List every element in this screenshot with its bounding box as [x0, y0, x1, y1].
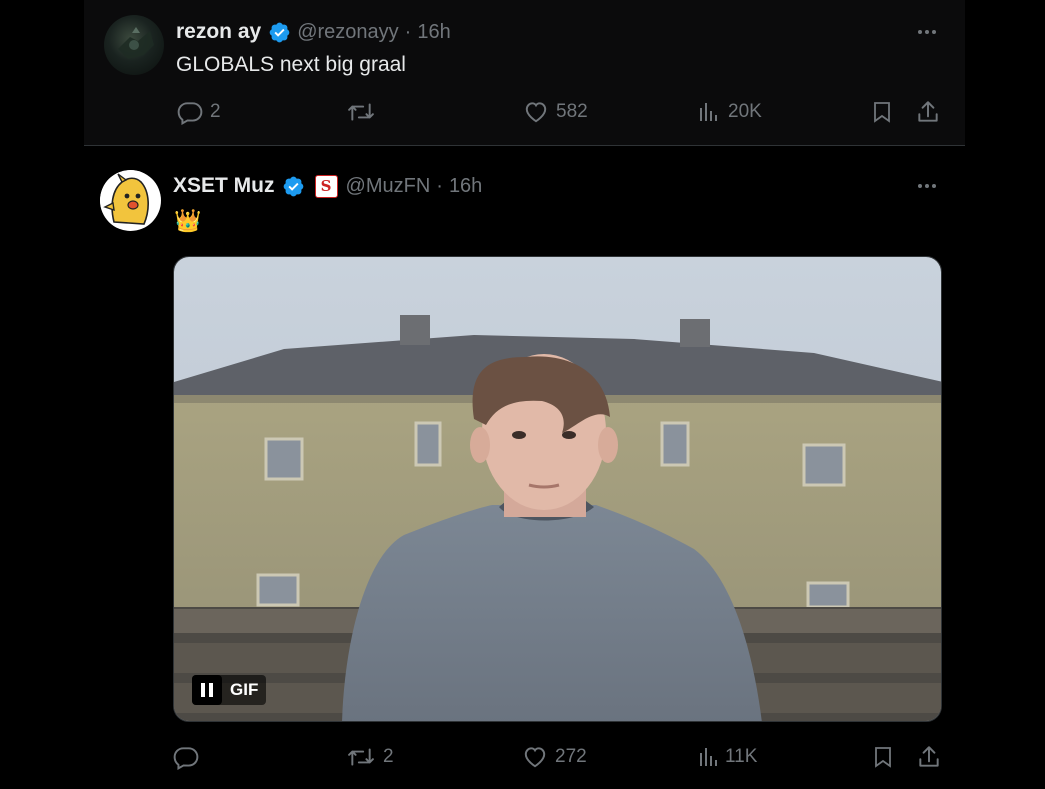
- reply-count: 2: [210, 101, 221, 122]
- views-count: 11K: [725, 746, 758, 767]
- share-button[interactable]: [915, 99, 941, 125]
- more-icon[interactable]: [918, 30, 936, 34]
- views-icon: [700, 103, 717, 121]
- like-button[interactable]: 582: [523, 99, 588, 125]
- tweet-header: rezon ay @rezonayy · 16h: [176, 20, 451, 44]
- pause-icon[interactable]: [192, 675, 222, 705]
- views-button[interactable]: 20K: [697, 99, 762, 125]
- verified-badge-icon: [282, 175, 305, 198]
- gif-badge[interactable]: GIF: [192, 675, 267, 705]
- like-button[interactable]: 272: [522, 744, 587, 770]
- repost-button[interactable]: [346, 99, 383, 125]
- timestamp[interactable]: 16h: [449, 175, 482, 198]
- handle[interactable]: @MuzFN: [346, 175, 431, 198]
- reply-button[interactable]: 2: [177, 99, 221, 125]
- handle[interactable]: @rezonayy: [297, 21, 398, 44]
- avatar[interactable]: [100, 170, 161, 231]
- reply-icon: [177, 102, 203, 125]
- bookmark-button[interactable]: [871, 744, 895, 770]
- display-name[interactable]: rezon ay: [176, 20, 261, 44]
- affiliate-badge-icon[interactable]: S: [314, 174, 338, 198]
- reply-icon: [173, 747, 199, 770]
- heart-icon: [525, 102, 547, 123]
- tweet-text: GLOBALS next big graal: [176, 53, 406, 76]
- more-icon[interactable]: [918, 184, 936, 188]
- repost-icon: [348, 103, 374, 121]
- separator: ·: [404, 20, 412, 43]
- tweet-text: 👑: [174, 208, 202, 233]
- like-count: 582: [556, 101, 588, 122]
- bookmark-icon: [875, 747, 891, 768]
- views-button[interactable]: 11K: [697, 744, 757, 770]
- heart-icon: [524, 747, 546, 768]
- gif-media[interactable]: GIF: [173, 256, 942, 722]
- share-icon: [918, 101, 938, 122]
- repost-count: 2: [383, 746, 394, 767]
- views-count: 20K: [728, 101, 762, 122]
- share-button[interactable]: [916, 744, 942, 770]
- share-icon: [919, 746, 939, 767]
- gif-frame: [174, 257, 941, 721]
- repost-icon: [348, 748, 374, 766]
- separator: ·: [436, 174, 443, 197]
- bookmark-button[interactable]: [870, 99, 894, 125]
- tweet-header: XSET Muz S @MuzFN · 16h: [173, 174, 482, 198]
- verified-badge-icon: [268, 21, 291, 44]
- like-count: 272: [555, 746, 587, 767]
- reply-button[interactable]: [173, 744, 206, 770]
- avatar[interactable]: [104, 15, 164, 75]
- gif-label: GIF: [230, 680, 259, 699]
- repost-button[interactable]: 2: [346, 744, 394, 770]
- display-name[interactable]: XSET Muz: [173, 174, 275, 198]
- views-icon: [700, 748, 717, 766]
- timestamp[interactable]: 16h: [417, 21, 450, 44]
- bookmark-icon: [874, 102, 890, 123]
